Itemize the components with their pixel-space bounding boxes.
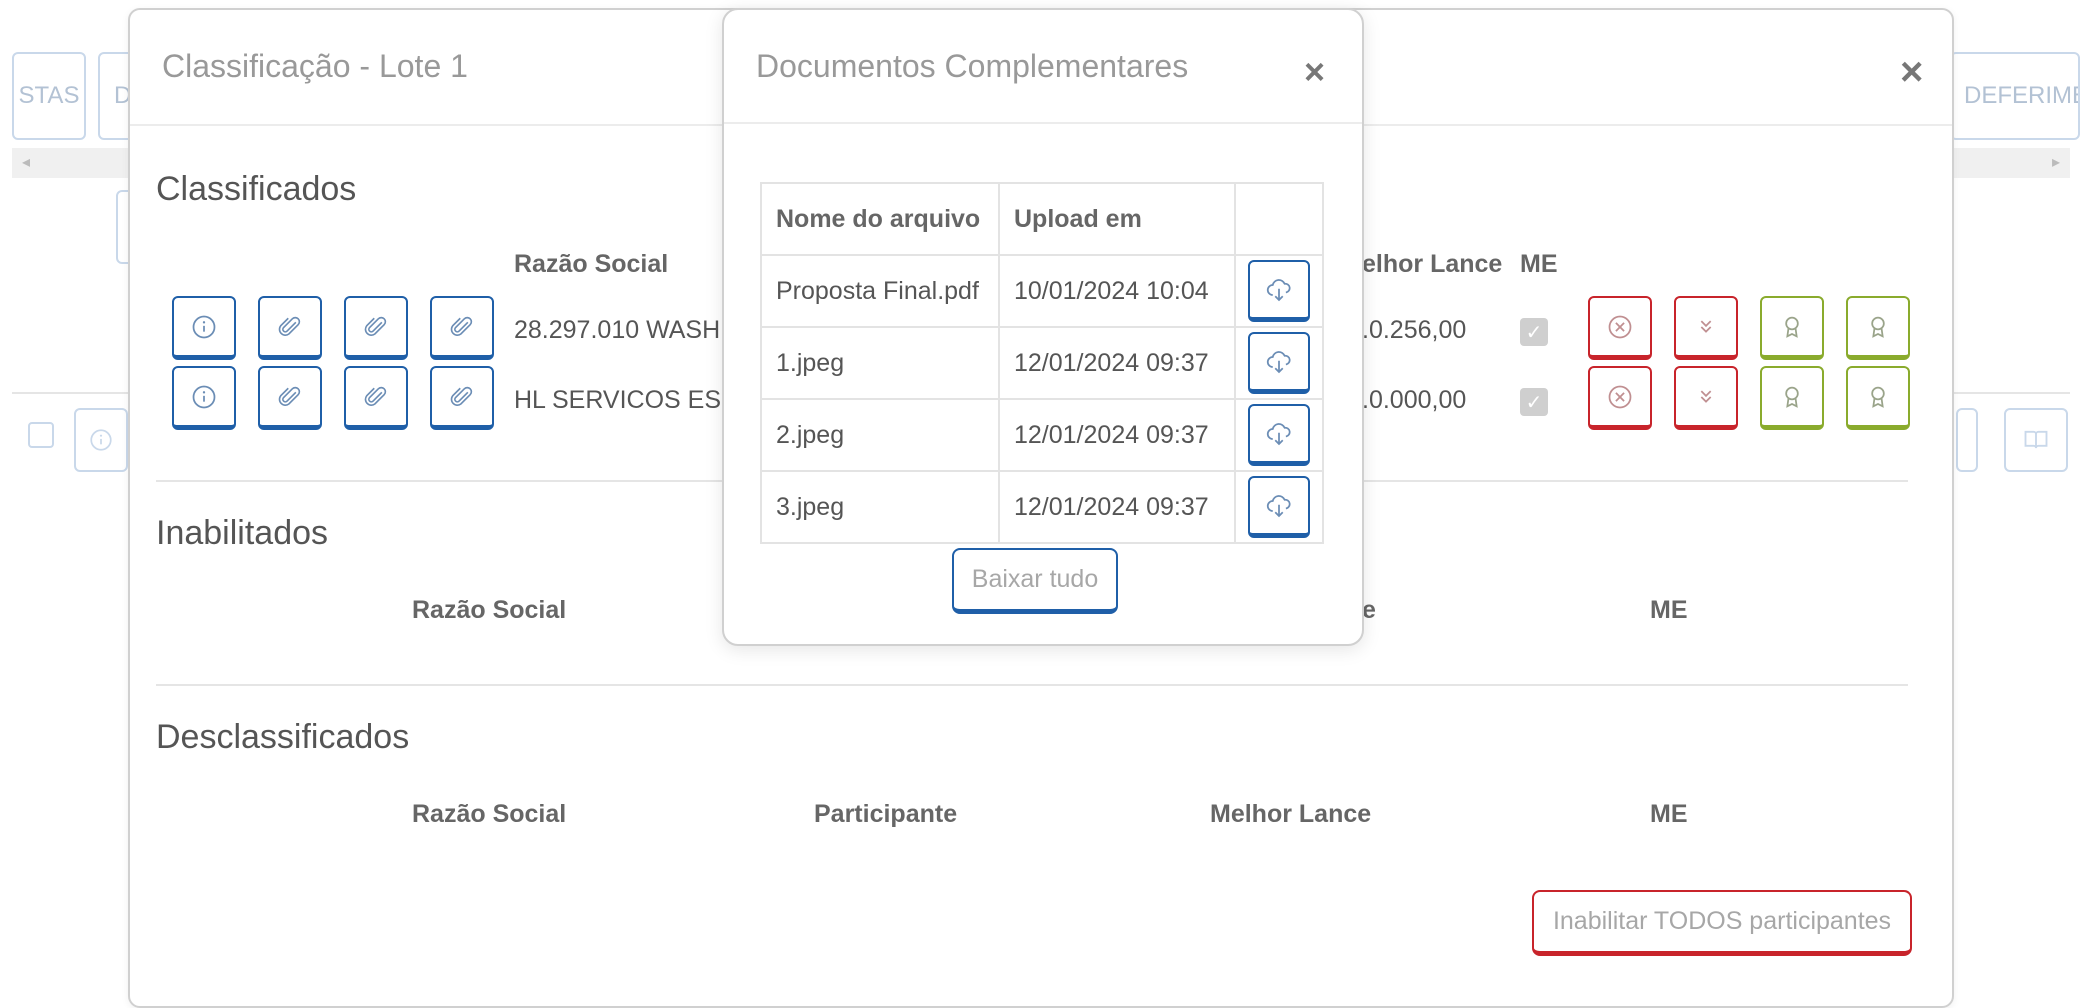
- double-chevron-down-icon: [1700, 320, 1712, 333]
- background-tab[interactable]: DEFERIMEN: [1950, 52, 2080, 140]
- table-row: 3.jpeg 12/01/2024 09:37: [760, 470, 1324, 544]
- column-header-razao-social: Razão Social: [514, 250, 669, 278]
- scroll-right-icon[interactable]: ▸: [2052, 152, 2060, 172]
- background-button[interactable]: [1956, 408, 1978, 472]
- paperclip-icon: [278, 386, 301, 406]
- upload-date-cell: 12/01/2024 09:37: [998, 470, 1236, 544]
- award-button[interactable]: [1760, 296, 1824, 360]
- download-button[interactable]: [1248, 332, 1310, 394]
- close-icon[interactable]: ×: [1900, 52, 1923, 92]
- download-cell: [1234, 398, 1324, 472]
- paperclip-icon: [278, 316, 301, 336]
- inabilitar-todos-button[interactable]: Inabilitar TODOS participantes: [1532, 890, 1912, 956]
- info-button[interactable]: [172, 296, 236, 360]
- razao-social-cell: HL SERVICOS ESPE: [514, 386, 755, 414]
- close-icon[interactable]: ×: [1304, 54, 1325, 90]
- download-cell: [1234, 470, 1324, 544]
- background-info-button[interactable]: [74, 408, 128, 472]
- section-title-classificados: Classificados: [156, 170, 357, 208]
- attachment-button[interactable]: [258, 296, 322, 360]
- download-button[interactable]: [1248, 404, 1310, 466]
- column-header-file: Nome do arquivo: [760, 182, 1000, 256]
- modal-title: Documentos Complementares: [756, 48, 1189, 84]
- melhor-lance-cell: .0.256,00: [1362, 316, 1467, 344]
- column-header-razao-social: Razão Social: [412, 800, 567, 828]
- award-icon: [1785, 386, 1799, 408]
- attachment-button[interactable]: [258, 366, 322, 430]
- attachment-button[interactable]: [344, 366, 408, 430]
- column-header-upload: Upload em: [998, 182, 1236, 256]
- paperclip-icon: [364, 386, 387, 406]
- file-name-cell: 3.jpeg: [760, 470, 1000, 544]
- attachment-button[interactable]: [430, 366, 494, 430]
- award-icon: [1871, 386, 1885, 408]
- download-button[interactable]: [1248, 260, 1310, 322]
- column-header-melhor-lance: Melhor Lance: [1210, 800, 1372, 828]
- download-cell: [1234, 326, 1324, 400]
- upload-date-cell: 12/01/2024 09:37: [998, 326, 1236, 400]
- file-name-cell: 1.jpeg: [760, 326, 1000, 400]
- award-button[interactable]: [1760, 366, 1824, 430]
- paperclip-icon: [450, 316, 473, 336]
- background-tab[interactable]: STAS: [12, 52, 86, 140]
- column-header-me: ME: [1520, 250, 1558, 278]
- cloud-download-icon: [1266, 422, 1291, 445]
- table-row: 1.jpeg 12/01/2024 09:37: [760, 326, 1324, 400]
- info-icon: [192, 385, 216, 408]
- cloud-download-icon: [1266, 494, 1291, 517]
- column-header-melhor-lance: e: [1362, 596, 1376, 624]
- column-header-razao-social: Razão Social: [412, 596, 567, 624]
- column-header-actions: [1234, 182, 1324, 256]
- desclassificar-button[interactable]: [1588, 296, 1652, 360]
- melhor-lance-cell: .0.000,00: [1362, 386, 1467, 414]
- info-button[interactable]: [172, 366, 236, 430]
- column-header-me: ME: [1650, 596, 1688, 624]
- razao-social-cell: 28.297.010 WASHI: [514, 316, 728, 344]
- table-row: Proposta Final.pdf 10/01/2024 10:04: [760, 254, 1324, 328]
- modal-header: Documentos Complementares ×: [724, 10, 1362, 124]
- paperclip-icon: [364, 316, 387, 336]
- cloud-download-icon: [1266, 278, 1291, 301]
- section-title-inabilitados: Inabilitados: [156, 514, 329, 552]
- award-button[interactable]: [1846, 366, 1910, 430]
- documents-table: Nome do arquivo Upload em Proposta Final…: [760, 182, 1324, 544]
- column-header-me: ME: [1650, 800, 1688, 828]
- attachment-button[interactable]: [430, 296, 494, 360]
- background-checkbox[interactable]: [28, 422, 54, 448]
- me-checkbox[interactable]: ✓: [1520, 388, 1548, 416]
- file-name-cell: 2.jpeg: [760, 398, 1000, 472]
- move-down-button[interactable]: [1674, 296, 1738, 360]
- award-button[interactable]: [1846, 296, 1910, 360]
- info-icon: [192, 315, 216, 338]
- download-all-button[interactable]: Baixar tudo: [952, 548, 1118, 614]
- book-icon: [2024, 430, 2048, 449]
- award-icon: [1871, 316, 1885, 338]
- desclassificar-button[interactable]: [1588, 366, 1652, 430]
- table-header-row: Nome do arquivo Upload em: [760, 182, 1324, 256]
- attachment-button[interactable]: [344, 296, 408, 360]
- download-cell: [1234, 254, 1324, 328]
- award-icon: [1785, 316, 1799, 338]
- table-row: 2.jpeg 12/01/2024 09:37: [760, 398, 1324, 472]
- paperclip-icon: [450, 386, 473, 406]
- double-chevron-down-icon: [1700, 390, 1712, 403]
- move-down-button[interactable]: [1674, 366, 1738, 430]
- column-header-melhor-lance: elhor Lance: [1362, 250, 1503, 278]
- section-title-desclassificados: Desclassificados: [156, 718, 410, 756]
- file-name-cell: Proposta Final.pdf: [760, 254, 1000, 328]
- column-header-participante: Participante: [814, 800, 958, 828]
- scroll-left-icon[interactable]: ◂: [22, 152, 30, 172]
- documentos-complementares-modal: Documentos Complementares × Nome do arqu…: [722, 8, 1364, 646]
- circle-x-icon: [1608, 315, 1632, 338]
- section-divider: [156, 684, 1908, 686]
- download-button[interactable]: [1248, 476, 1310, 538]
- upload-date-cell: 12/01/2024 09:37: [998, 398, 1236, 472]
- cloud-download-icon: [1266, 350, 1291, 373]
- modal-title: Classificação - Lote 1: [162, 48, 468, 84]
- me-checkbox[interactable]: ✓: [1520, 318, 1548, 346]
- circle-x-icon: [1608, 385, 1632, 408]
- info-icon: [90, 429, 112, 451]
- background-book-button[interactable]: [2004, 408, 2068, 472]
- upload-date-cell: 10/01/2024 10:04: [998, 254, 1236, 328]
